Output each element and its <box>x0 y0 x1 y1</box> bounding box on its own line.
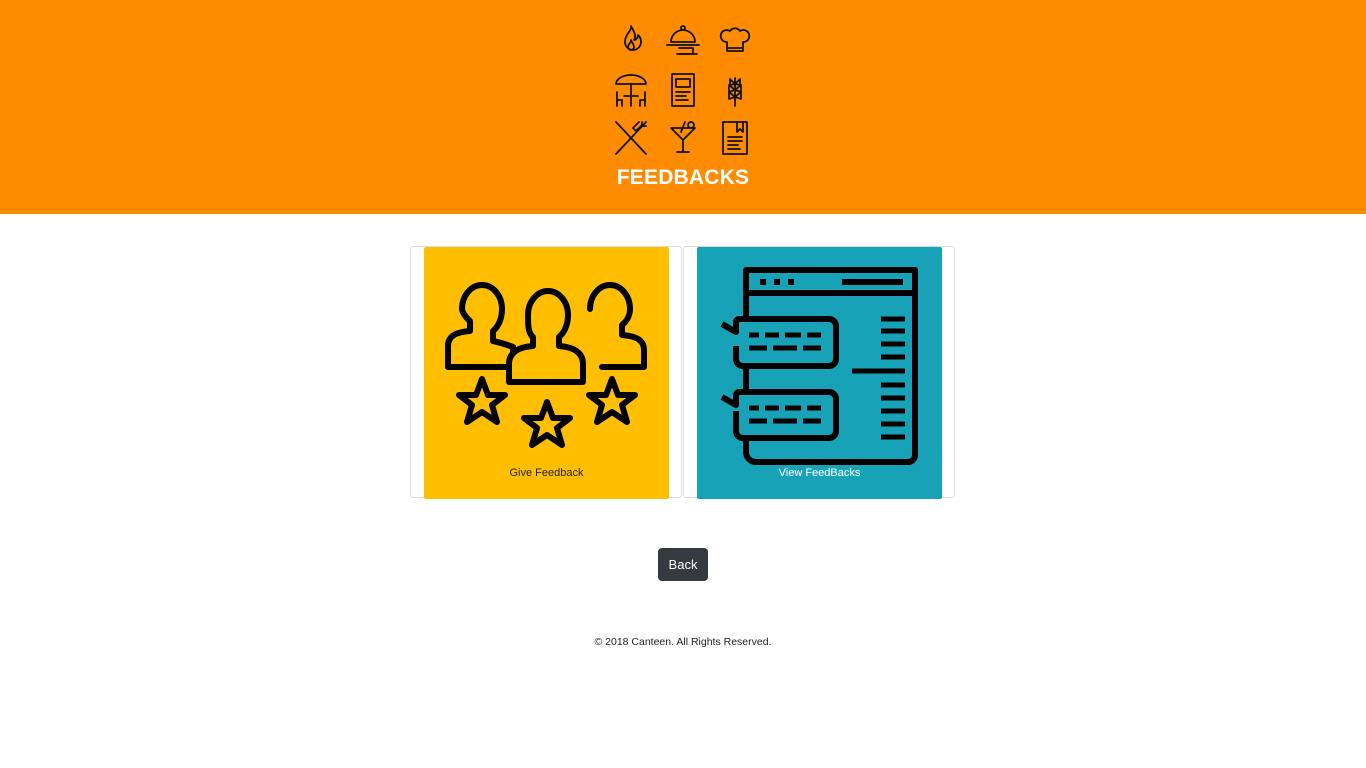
give-feedback-label: Give Feedback <box>509 467 584 479</box>
menu-icon <box>671 73 695 107</box>
flame-icon <box>624 25 642 51</box>
give-feedback-card[interactable]: Give Feedback <box>410 246 682 499</box>
chef-hat-icon <box>719 27 751 52</box>
view-feedbacks-card[interactable]: View FeedBacks <box>683 246 955 499</box>
umbrella-table-icon <box>615 74 647 107</box>
canteen-logo <box>605 18 761 160</box>
view-feedbacks-label: View FeedBacks <box>778 467 861 479</box>
recipe-book-icon <box>722 121 748 155</box>
cocktail-icon <box>670 121 696 153</box>
page-header: FEEDBACKS <box>0 0 1366 214</box>
back-button[interactable]: Back <box>658 548 708 581</box>
cloche-icon <box>666 25 700 55</box>
fork-knife-icon <box>615 121 647 155</box>
footer-copyright: © 2018 Canteen. All Rights Reserved. <box>594 636 772 648</box>
page-title: FEEDBACKS <box>616 166 750 189</box>
give-feedback-tile[interactable]: Give Feedback <box>424 247 669 499</box>
view-feedbacks-tile[interactable]: View FeedBacks <box>697 247 942 499</box>
chat-document-icon <box>720 267 918 465</box>
wheat-icon <box>728 77 742 107</box>
people-rating-icon <box>445 282 647 448</box>
